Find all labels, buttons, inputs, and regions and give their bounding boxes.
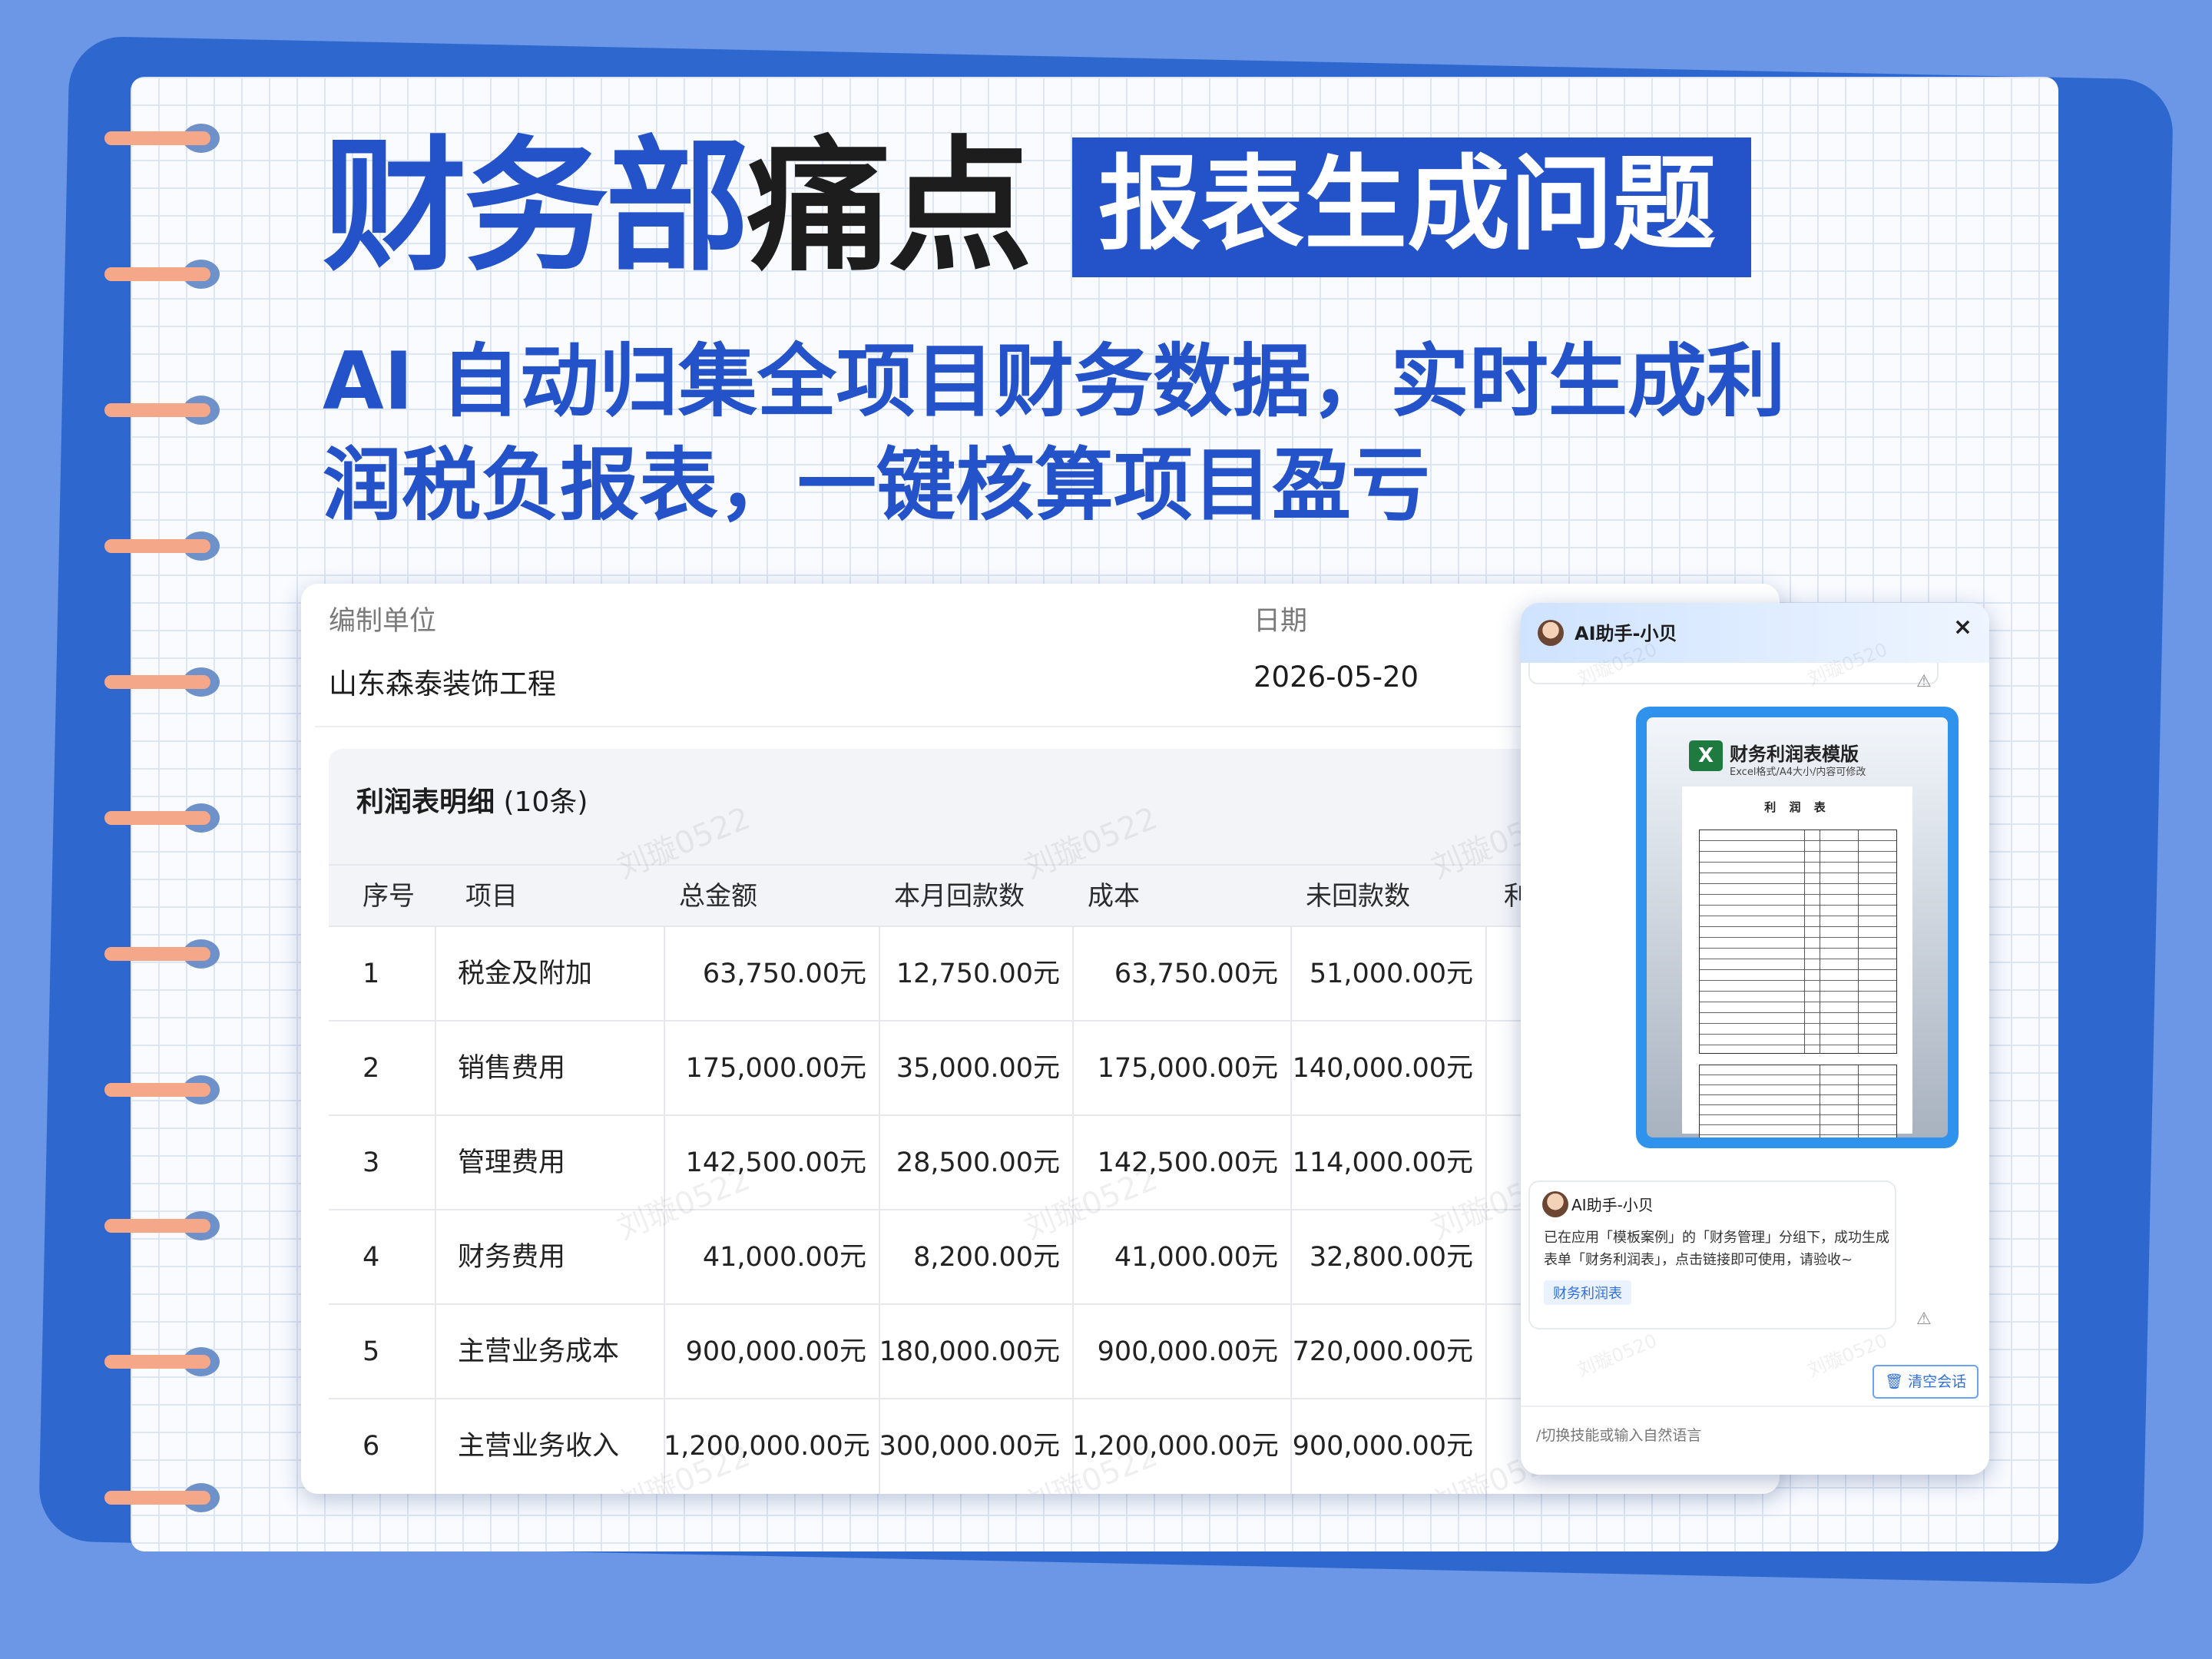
template-preview: X 财务利润表模版 Excel格式/A4大小/内容可修改 利 润 表: [1647, 717, 1948, 1137]
excel-icon: X: [1689, 740, 1723, 771]
ring-loop: [104, 539, 210, 553]
binder-ring: [104, 803, 220, 833]
chat-input-placeholder: /切换技能或输入自然语言: [1536, 1427, 1702, 1444]
sheet-table: [1699, 830, 1897, 1054]
cell-month-back: 28,500.00元: [896, 1147, 1060, 1178]
col-header-total[interactable]: 总金额: [679, 866, 757, 927]
cell-month-back: 35,000.00元: [896, 1053, 1060, 1084]
cell-cost: 63,750.00元: [1114, 959, 1278, 989]
watermark: 刘璇0520: [1574, 1330, 1661, 1382]
binder-ring: [104, 396, 220, 425]
date-label: 日期: [1253, 606, 1308, 637]
ring-loop: [104, 1491, 210, 1505]
cell-total: 41,000.00元: [702, 1242, 866, 1273]
section-title-text: 利润表明细: [356, 786, 495, 818]
assistant-avatar: [1538, 620, 1564, 646]
warning-icon[interactable]: ⚠: [1916, 672, 1932, 691]
template-title: 财务利润表模版: [1730, 743, 1859, 765]
cell-no: 6: [363, 1431, 380, 1462]
cell-item: 管理费用: [458, 1147, 566, 1178]
cell-item: 税金及附加: [458, 959, 593, 989]
headline-tag: 报表生成问题: [1072, 137, 1752, 277]
ring-loop: [104, 403, 210, 417]
ring-loop: [104, 675, 210, 689]
cell-month-back: 12,750.00元: [896, 959, 1060, 989]
headline-blue: 财务部: [323, 123, 750, 291]
clear-chat-button[interactable]: 🗑 清空会话: [1873, 1365, 1979, 1399]
warning-icon[interactable]: ⚠: [1916, 1310, 1932, 1329]
cell-cost: 175,000.00元: [1097, 1053, 1278, 1084]
cell-no: 3: [363, 1147, 380, 1178]
headline-dark: 痛点: [747, 123, 1032, 291]
cell-item: 主营业务成本: [458, 1336, 620, 1367]
profit-form-link[interactable]: 财务利润表: [1544, 1280, 1631, 1305]
subtitle-line2: 润税负报表，一键核算项目盈亏: [323, 439, 1430, 531]
ring-loop: [104, 947, 210, 961]
col-header-item[interactable]: 项目: [465, 866, 518, 927]
ring-loop: [104, 1219, 210, 1233]
col-header-cost[interactable]: 成本: [1088, 866, 1140, 927]
assistant-header: AI助手-小贝 ×: [1521, 603, 1989, 663]
cell-no: 1: [363, 959, 380, 989]
binder-ring: [104, 939, 220, 969]
sheet-title: 利 润 表: [1764, 800, 1830, 814]
message-sender: AI助手-小贝: [1571, 1196, 1654, 1214]
unit-label: 编制单位: [329, 606, 437, 637]
template-preview-card[interactable]: X 财务利润表模版 Excel格式/A4大小/内容可修改 利 润 表: [1636, 707, 1959, 1148]
ring-loop: [104, 267, 210, 281]
sheet-col-line: [1858, 830, 1859, 1053]
binder-ring: [104, 124, 220, 153]
cell-month-back: 180,000.00元: [879, 1336, 1060, 1367]
cell-unpaid: 720,000.00元: [1292, 1336, 1473, 1367]
binder-ring: [104, 1347, 220, 1376]
assistant-title: AI助手-小贝: [1575, 623, 1677, 644]
binder-ring: [104, 260, 220, 289]
binder-ring: [104, 1483, 220, 1512]
cell-total: 63,750.00元: [702, 959, 866, 989]
cell-no: 4: [363, 1242, 380, 1273]
headline-main: 财务部痛点: [323, 135, 1032, 280]
template-subtitle: Excel格式/A4大小/内容可修改: [1730, 767, 1866, 778]
section-title: 利润表明细 (10条): [356, 780, 588, 820]
cell-cost: 41,000.00元: [1114, 1242, 1278, 1273]
ring-loop: [104, 1083, 210, 1097]
cell-no: 5: [363, 1336, 380, 1367]
col-header-no[interactable]: 序号: [363, 866, 415, 927]
cell-item: 销售费用: [458, 1053, 566, 1084]
col-header-unpaid[interactable]: 未回款数: [1306, 866, 1410, 927]
message-avatar: [1542, 1191, 1568, 1217]
trash-icon: 🗑: [1884, 1373, 1904, 1390]
unit-value: 山东森泰装饰工程: [329, 667, 556, 700]
assistant-message: AI助手-小贝 已在应用「模板案例」的「财务管理」分组下，成功生成表单「财务利润…: [1528, 1181, 1896, 1330]
ring-loop: [104, 1355, 210, 1369]
section-count: (10条): [503, 786, 588, 818]
sheet-supplement-table: [1699, 1065, 1897, 1137]
sheet-col-line: [1804, 830, 1805, 1053]
binder-ring: [104, 1075, 220, 1104]
ring-loop: [104, 811, 210, 825]
profit-sheet-preview: 利 润 表: [1682, 786, 1912, 1137]
close-icon[interactable]: ×: [1953, 614, 1972, 641]
cell-total: 900,000.00元: [685, 1336, 866, 1367]
subtitle: AI 自动归集全项目财务数据，实时生成利 润税负报表，一键核算项目盈亏: [323, 330, 1920, 538]
col-header-month-back[interactable]: 本月回款数: [894, 866, 1025, 927]
chat-input[interactable]: /切换技能或输入自然语言: [1521, 1406, 1989, 1475]
binder-ring: [104, 1211, 220, 1240]
clear-chat-label: 清空会话: [1908, 1373, 1967, 1390]
cell-cost: 900,000.00元: [1097, 1336, 1278, 1367]
ai-assistant-panel: AI助手-小贝 × ⚠ X 财务利润表模版 Excel格式/A4大小/内容可修改…: [1521, 603, 1989, 1475]
headline: 财务部痛点 报表生成问题: [323, 123, 1752, 292]
binder-ring: [104, 667, 220, 697]
date-value: 2026-05-20: [1253, 661, 1419, 694]
cell-unpaid: 51,000.00元: [1309, 959, 1473, 989]
cell-unpaid: 140,000.00元: [1292, 1053, 1473, 1084]
cell-unpaid: 114,000.00元: [1292, 1147, 1473, 1178]
ring-loop: [104, 131, 210, 145]
sheet-col-line: [1858, 1065, 1859, 1137]
cell-no: 2: [363, 1053, 380, 1084]
cell-total: 175,000.00元: [685, 1053, 866, 1084]
message-text: 已在应用「模板案例」的「财务管理」分组下，成功生成表单「财务利润表」，点击链接即…: [1544, 1230, 1889, 1268]
subtitle-line1: AI 自动归集全项目财务数据，实时生成利: [323, 336, 1786, 428]
binder-ring: [104, 531, 220, 561]
